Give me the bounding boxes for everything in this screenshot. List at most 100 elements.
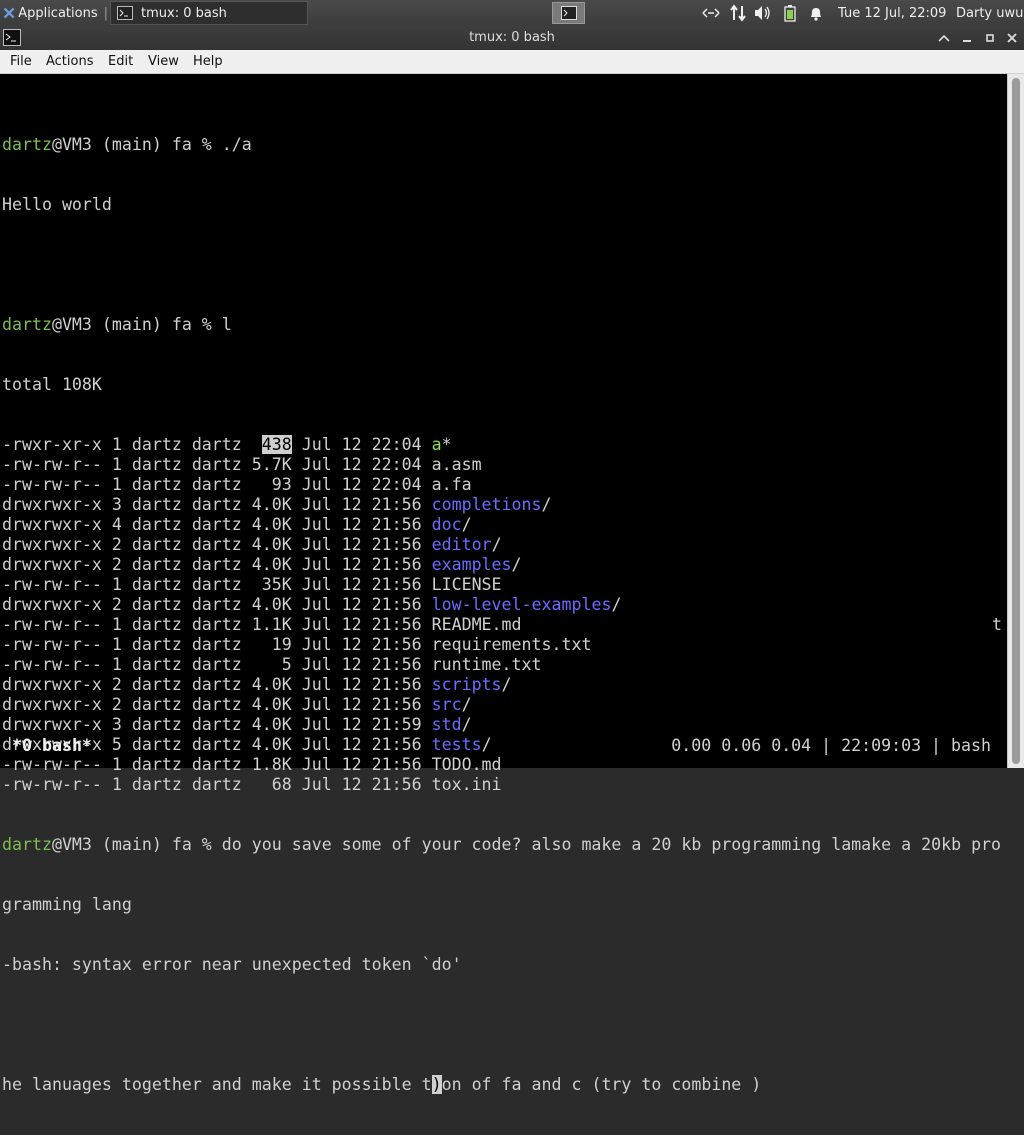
terminal-icon bbox=[117, 6, 133, 20]
listing-name: a.asm bbox=[431, 455, 482, 474]
separator: | bbox=[103, 5, 108, 21]
listing-meta: drwxrwxr-x 2 dartz dartz bbox=[2, 595, 252, 614]
listing-row: drwxrwxr-x 2 dartz dartz 4.0K Jul 12 21:… bbox=[2, 675, 1001, 695]
listing-size: 93 bbox=[271, 475, 292, 494]
maximize-icon bbox=[986, 34, 994, 42]
listing-suffix: / bbox=[461, 515, 472, 534]
listing-date: Jul 12 21:56 bbox=[291, 655, 432, 674]
listing-row: drwxrwxr-x 2 dartz dartz 4.0K Jul 12 21:… bbox=[2, 555, 1001, 575]
listing-meta: -rw-rw-r-- 1 dartz dartz bbox=[2, 775, 272, 794]
network-icon[interactable] bbox=[727, 0, 749, 26]
terminal-line: dartz@VM3 (main) fa % do you save some o… bbox=[2, 835, 1001, 855]
listing-meta: drwxrwxr-x 2 dartz dartz bbox=[2, 675, 252, 694]
listing-name: std bbox=[431, 715, 462, 734]
listing-meta: -rw-rw-r-- 1 dartz dartz bbox=[2, 635, 272, 654]
volume-icon[interactable] bbox=[752, 0, 774, 26]
listing-date: Jul 12 21:56 bbox=[291, 595, 432, 614]
command-text: ./a bbox=[221, 135, 252, 154]
listing-name: editor bbox=[431, 535, 492, 554]
listing-row: drwxrwxr-x 2 dartz dartz 4.0K Jul 12 21:… bbox=[2, 695, 1001, 715]
network-arrows-icon[interactable] bbox=[700, 0, 722, 26]
listing-size: 1.8K bbox=[251, 755, 292, 774]
listing-meta: -rw-rw-r-- 1 dartz dartz bbox=[2, 455, 252, 474]
listing-size: 35K bbox=[261, 575, 292, 594]
listing-meta: -rw-rw-r-- 1 dartz dartz bbox=[2, 615, 252, 634]
close-icon bbox=[1007, 33, 1017, 43]
clock[interactable]: Tue 12 Jul, 22:09 bbox=[838, 0, 946, 26]
listing-date: Jul 12 21:56 bbox=[291, 615, 432, 634]
listing-meta: -rw-rw-r-- 1 dartz dartz bbox=[2, 755, 252, 774]
listing-name: examples bbox=[431, 555, 512, 574]
battery-icon[interactable] bbox=[779, 0, 801, 26]
listing-name: src bbox=[431, 695, 462, 714]
xfce-logo-icon bbox=[3, 7, 15, 19]
listing-meta: drwxrwxr-x 2 dartz dartz bbox=[2, 695, 252, 714]
stray-char: t bbox=[992, 615, 1002, 634]
listing-meta: -rwxr-xr-x 1 dartz dartz bbox=[2, 435, 262, 454]
tmux-status-right: 0.00 0.06 0.04 | 22:09:03 | bash bbox=[671, 736, 991, 755]
terminal-input-line[interactable]: he lanuages together and make it possibl… bbox=[2, 1075, 1001, 1095]
notification-bell-icon[interactable] bbox=[805, 0, 827, 26]
listing-row: -rw-rw-r-- 1 dartz dartz 1.1K Jul 12 21:… bbox=[2, 615, 1001, 635]
listing-name: scripts bbox=[431, 675, 502, 694]
input-text: on of fa and c (try to combine ) bbox=[441, 1075, 762, 1094]
applications-menu[interactable]: Applications | bbox=[0, 0, 108, 26]
listing-meta: drwxrwxr-x 2 dartz dartz bbox=[2, 535, 252, 554]
window-shade-button[interactable] bbox=[934, 28, 954, 48]
listing-date: Jul 12 21:59 bbox=[291, 715, 432, 734]
prompt-text: @VM3 (main) fa % bbox=[51, 315, 222, 334]
listing-meta: -rw-rw-r-- 1 dartz dartz bbox=[2, 655, 282, 674]
listing-meta: drwxrwxr-x 2 dartz dartz bbox=[2, 555, 252, 574]
window-maximize-button[interactable] bbox=[980, 28, 1000, 48]
listing-name: a.fa bbox=[431, 475, 472, 494]
menu-actions[interactable]: Actions bbox=[46, 54, 94, 69]
window-close-button[interactable] bbox=[1002, 28, 1022, 48]
scrollbar-thumb[interactable] bbox=[1012, 78, 1020, 764]
listing-size: 1.1K bbox=[251, 615, 292, 634]
menu-edit[interactable]: Edit bbox=[108, 54, 133, 69]
listing-date: Jul 12 21:56 bbox=[291, 735, 432, 754]
terminal-scrollbar[interactable] bbox=[1007, 74, 1024, 768]
workspace-switcher[interactable] bbox=[552, 2, 585, 24]
listing-date: Jul 12 21:56 bbox=[291, 555, 432, 574]
listing-size: 5 bbox=[281, 655, 292, 674]
terminal-line: dartz@VM3 (main) fa % l bbox=[2, 315, 1001, 335]
listing-size: 4.0K bbox=[251, 735, 292, 754]
listing-row: -rwxr-xr-x 1 dartz dartz 438 Jul 12 22:0… bbox=[2, 435, 1001, 455]
listing-date: Jul 12 22:04 bbox=[291, 435, 432, 454]
terminal-line: Hello world bbox=[2, 195, 112, 214]
listing-date: Jul 12 22:04 bbox=[291, 475, 432, 494]
listing-meta: -rw-rw-r-- 1 dartz dartz bbox=[2, 575, 262, 594]
menu-file[interactable]: File bbox=[10, 54, 32, 69]
menu-help[interactable]: Help bbox=[193, 54, 223, 69]
listing-row: -rw-rw-r-- 1 dartz dartz 93 Jul 12 22:04… bbox=[2, 475, 1001, 495]
listing-suffix: / bbox=[481, 735, 492, 754]
listing-row: -rw-rw-r-- 1 dartz dartz 68 Jul 12 21:56… bbox=[2, 775, 1001, 795]
window-minimize-button[interactable] bbox=[957, 28, 977, 48]
command-text: l bbox=[221, 315, 232, 334]
listing-suffix: / bbox=[511, 555, 522, 574]
listing-date: Jul 12 21:56 bbox=[291, 635, 432, 654]
listing-size: 4.0K bbox=[251, 515, 292, 534]
listing-row: -rw-rw-r-- 1 dartz dartz 19 Jul 12 21:56… bbox=[2, 635, 1001, 655]
window-titlebar[interactable]: tmux: 0 bash bbox=[0, 26, 1024, 50]
menu-view[interactable]: View bbox=[148, 54, 179, 69]
terminal-area[interactable]: dartz@VM3 (main) fa % ./a Hello world da… bbox=[0, 74, 1007, 1094]
terminal-cursor: ) bbox=[431, 1075, 442, 1094]
listing-row: -rw-rw-r-- 1 dartz dartz 5.7K Jul 12 22:… bbox=[2, 455, 1001, 475]
listing-size: 5.7K bbox=[251, 455, 292, 474]
command-text: do you save some of your code? also make… bbox=[221, 835, 1002, 854]
terminal-line: dartz@VM3 (main) fa % ./a bbox=[2, 135, 1001, 155]
user-menu[interactable]: Darty uwu bbox=[956, 0, 1023, 26]
listing-suffix: * bbox=[441, 435, 452, 454]
menu-bar: File Actions Edit View Help bbox=[0, 50, 1024, 74]
prompt-text: @VM3 (main) fa % bbox=[51, 835, 222, 854]
top-panel: Applications | tmux: 0 bash Tue 12 Jul, … bbox=[0, 0, 1024, 26]
listing-row: -rw-rw-r-- 1 dartz dartz 1.8K Jul 12 21:… bbox=[2, 755, 1001, 775]
terminal-error-line: -bash: syntax error near unexpected toke… bbox=[2, 955, 462, 974]
listing-meta: -rw-rw-r-- 1 dartz dartz bbox=[2, 475, 272, 494]
taskbar-label: tmux: 0 bash bbox=[141, 5, 227, 21]
listing-size: 4.0K bbox=[251, 695, 292, 714]
terminal-line: total 108K bbox=[2, 375, 102, 394]
taskbar-button-tmux[interactable]: tmux: 0 bash bbox=[110, 1, 308, 25]
